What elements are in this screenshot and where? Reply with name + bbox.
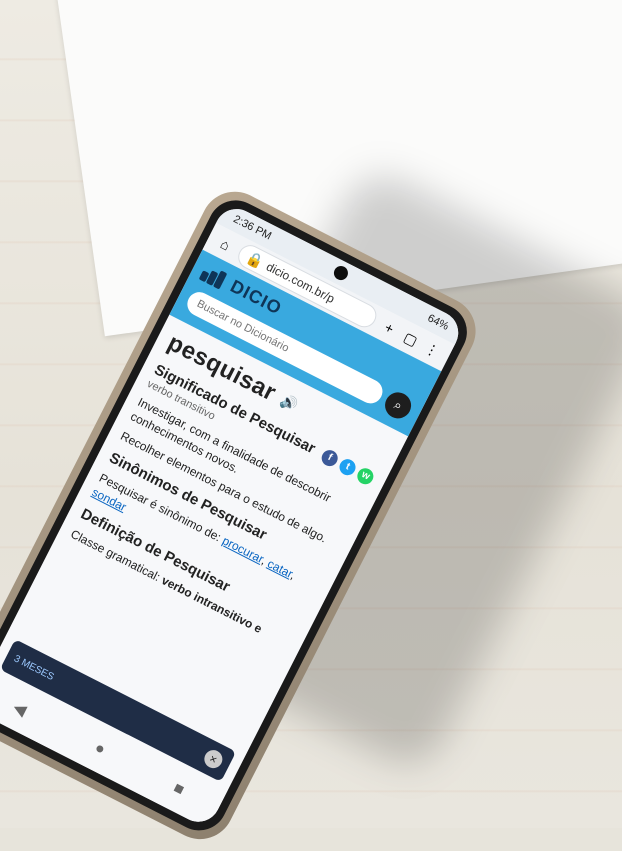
close-icon[interactable]: × [201,747,226,772]
home-circle-icon[interactable]: ● [91,739,108,759]
status-battery: 64% [425,312,451,333]
dicio-logo-icon [198,263,229,290]
search-icon: ⌕ [391,396,405,414]
back-icon[interactable]: ◀ [10,697,30,720]
speaker-icon[interactable]: 🔊 [277,391,301,414]
new-tab-icon[interactable]: + [379,317,401,339]
home-icon[interactable]: ⌂ [215,234,237,256]
more-menu-icon[interactable]: ⋮ [421,339,443,361]
search-button[interactable]: ⌕ [380,387,416,423]
recents-icon[interactable]: ■ [170,779,187,799]
ad-text: 3 MESES [12,652,56,683]
front-camera [331,263,351,283]
tabs-icon[interactable]: ▢ [400,328,422,350]
lock-icon: 🔒 [243,248,267,271]
synonym-link-catar[interactable]: catar [265,556,295,580]
